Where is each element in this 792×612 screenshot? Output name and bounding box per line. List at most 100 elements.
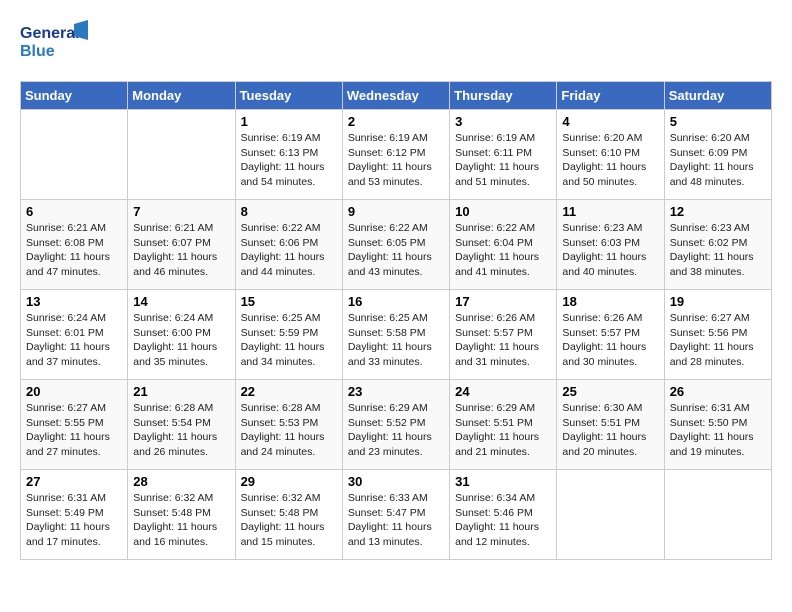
calendar-week-2: 6 Sunrise: 6:21 AM Sunset: 6:08 PM Daylig…	[21, 200, 772, 290]
weekday-header-sunday: Sunday	[21, 82, 128, 110]
calendar-cell: 25 Sunrise: 6:30 AM Sunset: 5:51 PM Dayli…	[557, 380, 664, 470]
weekday-header-row: SundayMondayTuesdayWednesdayThursdayFrid…	[21, 82, 772, 110]
calendar-cell: 16 Sunrise: 6:25 AM Sunset: 5:58 PM Dayli…	[342, 290, 449, 380]
day-info: Sunrise: 6:21 AM Sunset: 6:08 PM Dayligh…	[26, 221, 122, 280]
day-info: Sunrise: 6:31 AM Sunset: 5:49 PM Dayligh…	[26, 491, 122, 550]
weekday-header-tuesday: Tuesday	[235, 82, 342, 110]
day-number: 20	[26, 384, 122, 399]
calendar-cell: 22Sunrise: 6:28 AM Sunset: 5:53 PM Dayli…	[235, 380, 342, 470]
calendar-cell: 27 Sunrise: 6:31 AM Sunset: 5:49 PM Dayli…	[21, 470, 128, 560]
calendar-cell	[128, 110, 235, 200]
calendar-cell: 4 Sunrise: 6:20 AM Sunset: 6:10 PM Daylig…	[557, 110, 664, 200]
day-info: Sunrise: 6:26 AM Sunset: 5:57 PM Dayligh…	[562, 311, 658, 370]
day-number: 17	[455, 294, 551, 309]
day-number: 16	[348, 294, 444, 309]
calendar-cell: 11Sunrise: 6:23 AM Sunset: 6:03 PM Dayli…	[557, 200, 664, 290]
calendar-cell: 18 Sunrise: 6:26 AM Sunset: 5:57 PM Dayli…	[557, 290, 664, 380]
day-number: 4	[562, 114, 658, 129]
calendar-cell: 6 Sunrise: 6:21 AM Sunset: 6:08 PM Daylig…	[21, 200, 128, 290]
logo-svg: GeneralBlue	[20, 20, 90, 65]
day-number: 8	[241, 204, 337, 219]
day-number: 29	[241, 474, 337, 489]
day-info: Sunrise: 6:23 AM Sunset: 6:03 PM Dayligh…	[562, 221, 658, 280]
day-info: Sunrise: 6:29 AM Sunset: 5:51 PM Dayligh…	[455, 401, 551, 460]
calendar-cell: 29 Sunrise: 6:32 AM Sunset: 5:48 PM Dayli…	[235, 470, 342, 560]
day-info: Sunrise: 6:28 AM Sunset: 5:53 PM Dayligh…	[241, 401, 337, 460]
day-info: Sunrise: 6:19 AM Sunset: 6:11 PM Dayligh…	[455, 131, 551, 190]
calendar-cell: 10 Sunrise: 6:22 AM Sunset: 6:04 PM Dayli…	[450, 200, 557, 290]
calendar-cell: 3 Sunrise: 6:19 AM Sunset: 6:11 PM Daylig…	[450, 110, 557, 200]
day-info: Sunrise: 6:30 AM Sunset: 5:51 PM Dayligh…	[562, 401, 658, 460]
day-number: 25	[562, 384, 658, 399]
day-number: 27	[26, 474, 122, 489]
calendar-cell: 1 Sunrise: 6:19 AM Sunset: 6:13 PM Daylig…	[235, 110, 342, 200]
day-number: 26	[670, 384, 766, 399]
calendar-cell	[664, 470, 771, 560]
day-number: 1	[241, 114, 337, 129]
weekday-header-saturday: Saturday	[664, 82, 771, 110]
day-number: 6	[26, 204, 122, 219]
calendar-cell: 17Sunrise: 6:26 AM Sunset: 5:57 PM Dayli…	[450, 290, 557, 380]
day-info: Sunrise: 6:23 AM Sunset: 6:02 PM Dayligh…	[670, 221, 766, 280]
day-info: Sunrise: 6:24 AM Sunset: 6:00 PM Dayligh…	[133, 311, 229, 370]
day-info: Sunrise: 6:32 AM Sunset: 5:48 PM Dayligh…	[241, 491, 337, 550]
calendar-cell: 13 Sunrise: 6:24 AM Sunset: 6:01 PM Dayli…	[21, 290, 128, 380]
calendar-week-5: 27 Sunrise: 6:31 AM Sunset: 5:49 PM Dayli…	[21, 470, 772, 560]
calendar-cell: 15 Sunrise: 6:25 AM Sunset: 5:59 PM Dayli…	[235, 290, 342, 380]
day-number: 3	[455, 114, 551, 129]
day-number: 12	[670, 204, 766, 219]
day-info: Sunrise: 6:31 AM Sunset: 5:50 PM Dayligh…	[670, 401, 766, 460]
calendar-cell: 12 Sunrise: 6:23 AM Sunset: 6:02 PM Dayli…	[664, 200, 771, 290]
weekday-header-friday: Friday	[557, 82, 664, 110]
day-number: 9	[348, 204, 444, 219]
day-info: Sunrise: 6:27 AM Sunset: 5:55 PM Dayligh…	[26, 401, 122, 460]
day-info: Sunrise: 6:22 AM Sunset: 6:05 PM Dayligh…	[348, 221, 444, 280]
calendar-table: SundayMondayTuesdayWednesdayThursdayFrid…	[20, 81, 772, 560]
calendar-week-4: 20 Sunrise: 6:27 AM Sunset: 5:55 PM Dayli…	[21, 380, 772, 470]
calendar-week-1: 1 Sunrise: 6:19 AM Sunset: 6:13 PM Daylig…	[21, 110, 772, 200]
page-header: GeneralBlue	[20, 20, 772, 65]
day-info: Sunrise: 6:19 AM Sunset: 6:12 PM Dayligh…	[348, 131, 444, 190]
calendar-cell: 28Sunrise: 6:32 AM Sunset: 5:48 PM Dayli…	[128, 470, 235, 560]
calendar-cell: 2 Sunrise: 6:19 AM Sunset: 6:12 PM Daylig…	[342, 110, 449, 200]
calendar-cell	[557, 470, 664, 560]
weekday-header-monday: Monday	[128, 82, 235, 110]
calendar-cell: 23 Sunrise: 6:29 AM Sunset: 5:52 PM Dayli…	[342, 380, 449, 470]
day-info: Sunrise: 6:33 AM Sunset: 5:47 PM Dayligh…	[348, 491, 444, 550]
day-number: 15	[241, 294, 337, 309]
calendar-cell: 31Sunrise: 6:34 AM Sunset: 5:46 PM Dayli…	[450, 470, 557, 560]
svg-text:General: General	[20, 25, 80, 42]
calendar-cell: 21Sunrise: 6:28 AM Sunset: 5:54 PM Dayli…	[128, 380, 235, 470]
calendar-cell	[21, 110, 128, 200]
day-number: 2	[348, 114, 444, 129]
calendar-cell: 9 Sunrise: 6:22 AM Sunset: 6:05 PM Daylig…	[342, 200, 449, 290]
day-number: 30	[348, 474, 444, 489]
calendar-cell: 26 Sunrise: 6:31 AM Sunset: 5:50 PM Dayli…	[664, 380, 771, 470]
day-info: Sunrise: 6:24 AM Sunset: 6:01 PM Dayligh…	[26, 311, 122, 370]
day-number: 31	[455, 474, 551, 489]
day-info: Sunrise: 6:20 AM Sunset: 6:09 PM Dayligh…	[670, 131, 766, 190]
day-number: 28	[133, 474, 229, 489]
day-info: Sunrise: 6:27 AM Sunset: 5:56 PM Dayligh…	[670, 311, 766, 370]
day-info: Sunrise: 6:25 AM Sunset: 5:59 PM Dayligh…	[241, 311, 337, 370]
day-number: 13	[26, 294, 122, 309]
weekday-header-thursday: Thursday	[450, 82, 557, 110]
day-number: 23	[348, 384, 444, 399]
calendar-cell: 30 Sunrise: 6:33 AM Sunset: 5:47 PM Dayli…	[342, 470, 449, 560]
day-number: 19	[670, 294, 766, 309]
day-info: Sunrise: 6:20 AM Sunset: 6:10 PM Dayligh…	[562, 131, 658, 190]
day-info: Sunrise: 6:29 AM Sunset: 5:52 PM Dayligh…	[348, 401, 444, 460]
day-number: 18	[562, 294, 658, 309]
day-number: 10	[455, 204, 551, 219]
logo: GeneralBlue	[20, 20, 90, 65]
day-info: Sunrise: 6:22 AM Sunset: 6:04 PM Dayligh…	[455, 221, 551, 280]
weekday-header-wednesday: Wednesday	[342, 82, 449, 110]
calendar-cell: 7Sunrise: 6:21 AM Sunset: 6:07 PM Daylig…	[128, 200, 235, 290]
calendar-cell: 14Sunrise: 6:24 AM Sunset: 6:00 PM Dayli…	[128, 290, 235, 380]
day-info: Sunrise: 6:19 AM Sunset: 6:13 PM Dayligh…	[241, 131, 337, 190]
calendar-cell: 19 Sunrise: 6:27 AM Sunset: 5:56 PM Dayli…	[664, 290, 771, 380]
calendar-cell: 8Sunrise: 6:22 AM Sunset: 6:06 PM Daylig…	[235, 200, 342, 290]
calendar-week-3: 13 Sunrise: 6:24 AM Sunset: 6:01 PM Dayli…	[21, 290, 772, 380]
day-info: Sunrise: 6:25 AM Sunset: 5:58 PM Dayligh…	[348, 311, 444, 370]
day-info: Sunrise: 6:21 AM Sunset: 6:07 PM Dayligh…	[133, 221, 229, 280]
